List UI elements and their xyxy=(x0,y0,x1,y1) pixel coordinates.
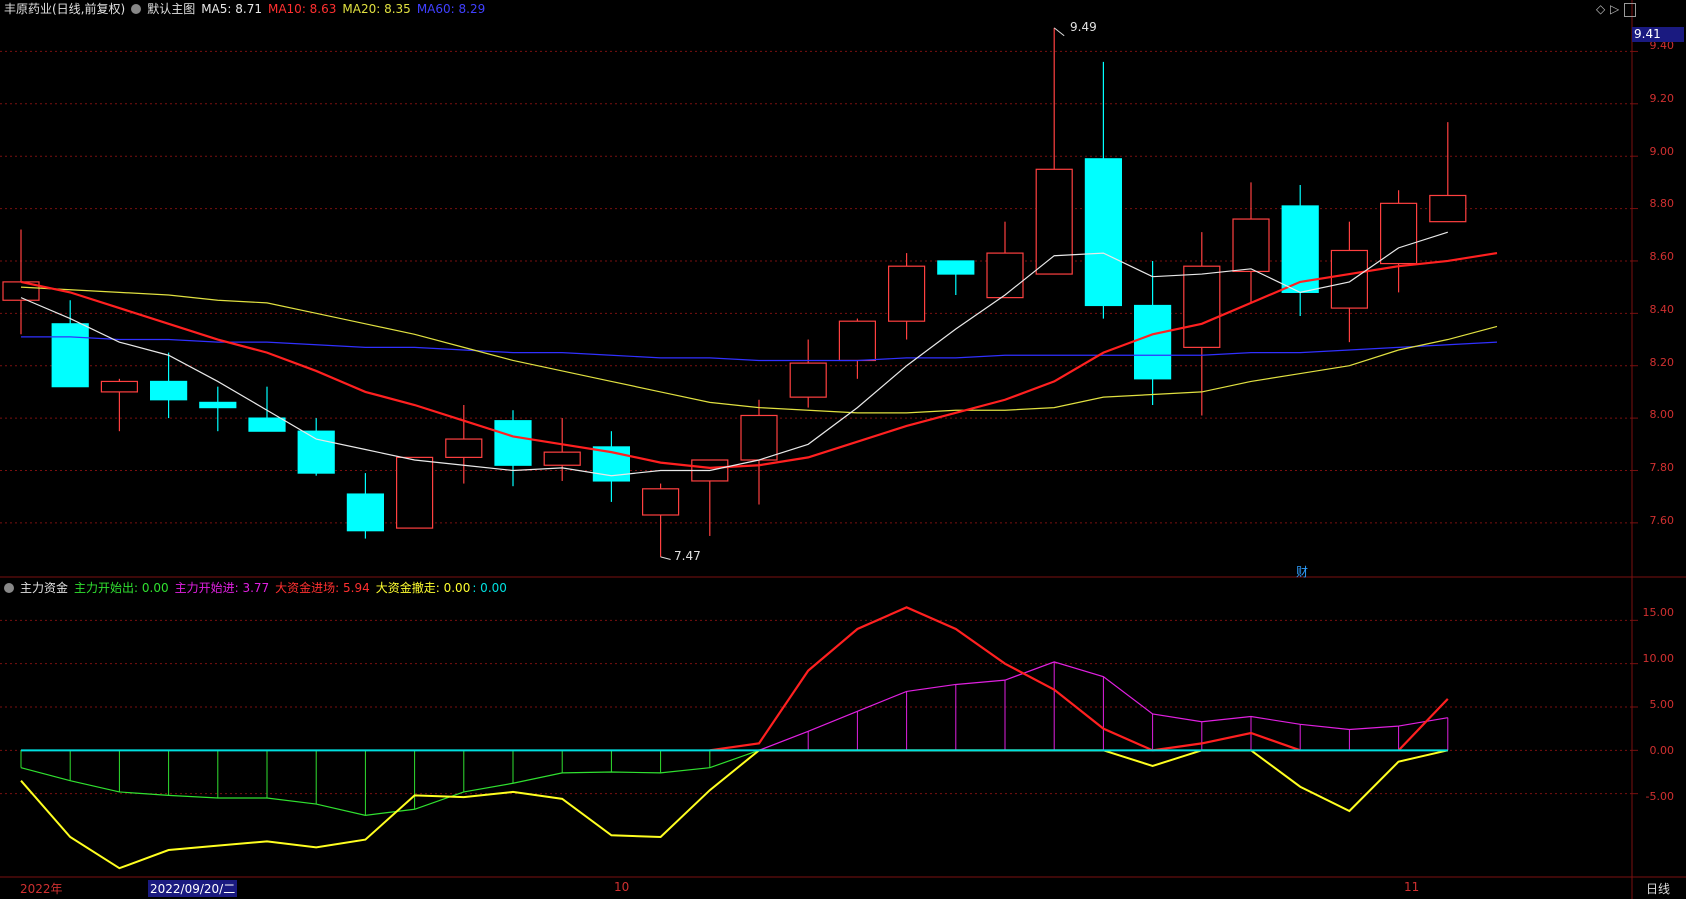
price-tick: 9.00 xyxy=(1649,145,1675,158)
price-tick: 7.60 xyxy=(1649,514,1675,527)
candle-down xyxy=(297,430,335,474)
indicator-tick: 5.00 xyxy=(1649,698,1675,711)
main-chart-header: 丰原药业(日线,前复权) 默认主图 MA5: 8.71 MA10: 8.63 MA20:… xyxy=(4,1,491,17)
candle-up xyxy=(789,362,827,398)
line4-label: 大资金撤走: 0.00 xyxy=(375,581,471,595)
ma5-label: MA5: 8.71 xyxy=(201,2,262,16)
candle-up xyxy=(887,265,926,322)
candle-down xyxy=(346,493,384,532)
high-pointer xyxy=(1053,27,1065,37)
high-annotation: 9.49 xyxy=(1070,20,1097,34)
x-label-year: 2022年 xyxy=(20,882,63,896)
price-tick: 7.80 xyxy=(1649,461,1675,474)
low-annotation: 7.47 xyxy=(674,549,701,563)
candle-down xyxy=(1133,304,1172,380)
event-marker[interactable]: 财 xyxy=(1296,563,1308,580)
ma20-line xyxy=(20,286,1498,414)
x-label-oct: 10 xyxy=(614,880,630,894)
line3-label: 大资金进场: 5.94 xyxy=(275,581,370,595)
candle-down xyxy=(199,401,237,409)
window-toggle-icon[interactable] xyxy=(1624,3,1636,17)
candle-up xyxy=(838,320,877,362)
indicator-tick: 15.00 xyxy=(1642,606,1675,619)
price-tick: 8.00 xyxy=(1649,408,1675,421)
candle-down xyxy=(937,260,975,275)
arrow-right-icon[interactable]: ▷ xyxy=(1610,2,1619,16)
stock-chart[interactable] xyxy=(0,0,1686,899)
candle-down xyxy=(51,323,89,388)
indicator-tick: 0.00 xyxy=(1649,744,1675,757)
ma20-label: MA20: 8.35 xyxy=(342,2,411,16)
candle-up xyxy=(543,451,581,466)
ma10-label: MA10: 8.63 xyxy=(267,2,337,16)
candle-up xyxy=(1035,168,1073,275)
settings-circle-icon[interactable] xyxy=(131,4,142,14)
price-tick: 8.60 xyxy=(1649,250,1675,263)
candle-up xyxy=(396,456,434,529)
price-tick: 8.40 xyxy=(1649,303,1675,316)
indicator-tick: -5.00 xyxy=(1645,790,1674,803)
ma60-line xyxy=(21,336,1498,362)
diamond-icon[interactable]: ◇ xyxy=(1596,2,1605,16)
main-chart-label[interactable]: 默认主图 xyxy=(147,2,195,16)
x-label-cursor-date: 2022/09/20/二 xyxy=(148,880,238,897)
price-tick: 9.20 xyxy=(1649,92,1675,105)
x-label-nov: 11 xyxy=(1404,880,1420,894)
candle-up xyxy=(1183,265,1221,348)
candle-up xyxy=(1429,194,1467,223)
candle-up xyxy=(986,252,1024,299)
candle-down xyxy=(1084,158,1123,307)
candle-up xyxy=(740,414,778,461)
candle-up xyxy=(641,488,680,516)
price-tick: 8.20 xyxy=(1649,356,1675,369)
candle-down xyxy=(150,380,188,401)
indicator-name[interactable]: 主力资金 xyxy=(20,581,68,595)
line1-label: 主力开始出: 0.00 xyxy=(74,581,169,595)
series-big-out xyxy=(20,749,1449,870)
candle-down xyxy=(248,417,286,432)
current-price-tag: 9.41 xyxy=(1632,27,1684,42)
ma60-label: MA60: 8.29 xyxy=(416,2,486,16)
candle-up xyxy=(100,380,139,393)
period-label[interactable]: 日线 xyxy=(1646,880,1670,897)
series-main-out xyxy=(20,749,1448,816)
candle-up xyxy=(445,438,483,458)
line5-label: : 0.00 xyxy=(472,581,507,595)
candle-up xyxy=(1330,249,1369,309)
candle-up xyxy=(1232,218,1270,273)
line2-label: 主力开始进: 3.77 xyxy=(174,581,270,595)
candle-down xyxy=(494,420,532,466)
indicator-settings-circle-icon[interactable] xyxy=(4,583,14,593)
low-pointer xyxy=(660,556,671,561)
indicator-header: 主力资金 主力开始出: 0.00 主力开始进: 3.77 大资金进场: 5.94 大资金… xyxy=(4,580,513,596)
price-tick: 8.80 xyxy=(1649,197,1675,210)
indicator-tick: 10.00 xyxy=(1642,652,1675,665)
candle-up xyxy=(1379,202,1418,265)
stock-title: 丰原药业(日线,前复权) xyxy=(4,2,126,16)
